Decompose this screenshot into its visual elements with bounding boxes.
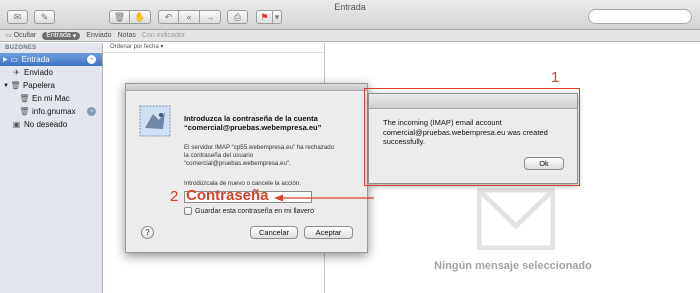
- annotation-arrow-icon: [274, 194, 374, 202]
